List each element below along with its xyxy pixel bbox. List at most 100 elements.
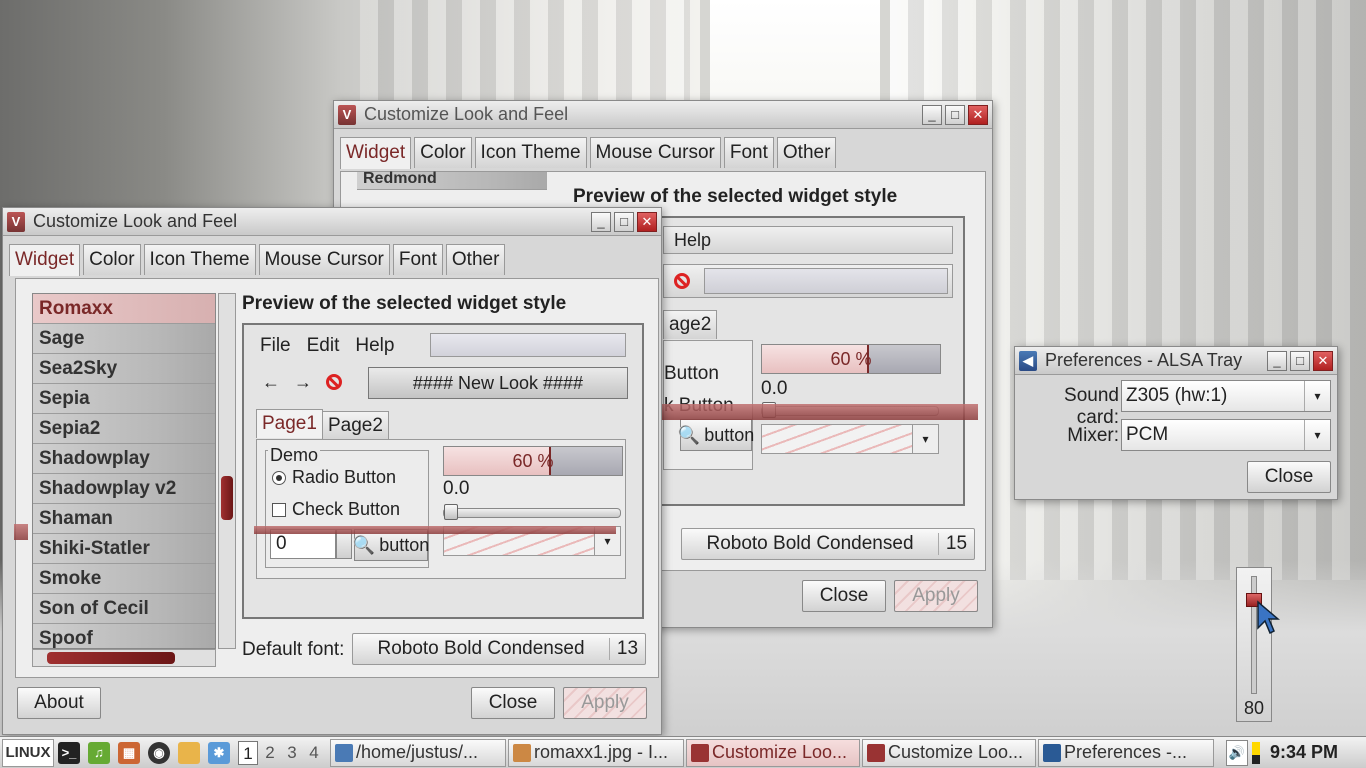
- tab-font[interactable]: Font: [723, 137, 774, 168]
- mixer-select[interactable]: PCM ▾: [1121, 419, 1331, 451]
- demo-label: Demo: [268, 445, 321, 466]
- font-button[interactable]: Roboto Bold Condensed 13: [352, 633, 646, 665]
- list-item[interactable]: Son of Cecil: [33, 594, 215, 624]
- task-alsa-preferences[interactable]: Preferences -...: [1038, 738, 1214, 767]
- terminal-icon[interactable]: >_: [58, 741, 80, 764]
- alsa-close-button[interactable]: Close: [1247, 461, 1331, 493]
- minimize-button[interactable]: _: [922, 104, 942, 125]
- close-window-button[interactable]: ✕: [637, 211, 657, 232]
- vertical-scrollbar[interactable]: [218, 293, 236, 649]
- font-button[interactable]: Roboto Bold Condensed 15: [681, 528, 975, 560]
- desktop-4[interactable]: 4: [304, 741, 324, 765]
- hscroll-thumb[interactable]: [47, 652, 175, 664]
- music-player-icon[interactable]: ♫: [88, 741, 110, 764]
- search-button-label: button: [379, 534, 430, 555]
- chevron-down-icon: ▾: [1304, 381, 1330, 411]
- tab-font[interactable]: Font: [392, 244, 443, 275]
- stop-icon[interactable]: [674, 273, 690, 289]
- task-customize-2[interactable]: Customize Loo...: [862, 738, 1036, 767]
- tab-widget[interactable]: Widget: [9, 244, 81, 276]
- folder-icon[interactable]: [178, 741, 200, 764]
- close-window-button[interactable]: ✕: [968, 104, 988, 125]
- list-item[interactable]: Spoof: [33, 624, 215, 648]
- list-item[interactable]: Sepia: [33, 384, 215, 414]
- close-button[interactable]: Close: [802, 580, 886, 612]
- menu-help[interactable]: Help: [355, 335, 394, 357]
- list-item[interactable]: Sea2Sky: [33, 354, 215, 384]
- maximize-button[interactable]: □: [945, 104, 965, 125]
- stop-icon[interactable]: [326, 374, 342, 390]
- tab-mouse-cursor[interactable]: Mouse Cursor: [589, 137, 721, 168]
- list-item[interactable]: Sepia2: [33, 414, 215, 444]
- theme-stripe: [14, 524, 28, 540]
- preview-label: Preview of the selected widget style: [242, 293, 567, 314]
- combo-box[interactable]: ▾: [761, 424, 939, 454]
- list-item[interactable]: Shadowplay: [33, 444, 215, 474]
- menu-edit[interactable]: Edit: [307, 335, 340, 357]
- forward-arrow-icon[interactable]: →: [294, 372, 312, 393]
- disc-icon[interactable]: ◉: [148, 741, 170, 764]
- tab-icon-theme[interactable]: Icon Theme: [143, 244, 256, 275]
- theme-list[interactable]: Romaxx Sage Sea2Sky Sepia Sepia2 Shadowp…: [32, 293, 216, 649]
- task-label: /home/justus/...: [356, 742, 479, 762]
- maximize-button[interactable]: □: [614, 211, 634, 232]
- volume-tray-icon[interactable]: 🔊: [1226, 739, 1248, 766]
- close-window-button[interactable]: ✕: [1313, 350, 1333, 371]
- minimize-button[interactable]: _: [1267, 350, 1287, 371]
- menu-help[interactable]: Help: [674, 230, 711, 251]
- tab-color[interactable]: Color: [83, 244, 141, 275]
- task-image-viewer[interactable]: romaxx1.jpg - I...: [508, 738, 684, 767]
- menu-file[interactable]: File: [260, 335, 291, 357]
- list-item[interactable]: Shaman: [33, 504, 215, 534]
- apply-button[interactable]: Apply: [894, 580, 978, 612]
- tab-page2[interactable]: Page2: [322, 411, 389, 440]
- back-arrow-icon[interactable]: ←: [262, 372, 280, 393]
- search-button[interactable]: 🔍 button: [677, 419, 754, 451]
- apply-button[interactable]: Apply: [563, 687, 647, 719]
- tab-page1[interactable]: Page1: [256, 409, 323, 438]
- mouse-pointer-icon: [1257, 600, 1280, 635]
- list-item[interactable]: Shiki-Statler: [33, 534, 215, 564]
- check-button[interactable]: Check Button: [272, 499, 400, 520]
- list-item[interactable]: Shadowplay v2: [33, 474, 215, 504]
- horizontal-scrollbar[interactable]: [32, 649, 216, 667]
- scroll-thumb[interactable]: [221, 476, 233, 520]
- tab-bar: Widget Color Icon Theme Mouse Cursor Fon…: [3, 236, 661, 276]
- mixer-label: Mixer:: [1067, 425, 1119, 446]
- titlebar[interactable]: V Customize Look and Feel _ □ ✕: [3, 208, 661, 236]
- sound-card-select[interactable]: Z305 (hw:1) ▾: [1121, 380, 1331, 412]
- list-item[interactable]: Sage: [33, 324, 215, 354]
- desktop-3[interactable]: 3: [282, 741, 302, 765]
- radio-button[interactable]: Radio Button: [272, 467, 396, 488]
- close-button[interactable]: Close: [471, 687, 555, 719]
- radio-label[interactable]: Button: [664, 363, 719, 385]
- tab-other[interactable]: Other: [776, 137, 837, 168]
- titlebar[interactable]: ◀ Preferences - ALSA Tray _ □ ✕: [1015, 347, 1337, 375]
- network-icon[interactable]: ✱: [208, 741, 230, 764]
- list-item[interactable]: Smoke: [33, 564, 215, 594]
- list-item-selected[interactable]: Romaxx: [33, 294, 215, 324]
- titlebar[interactable]: V Customize Look and Feel _ □ ✕: [334, 101, 992, 129]
- app-grid-icon[interactable]: ▦: [118, 741, 140, 764]
- task-file-manager[interactable]: /home/justus/...: [330, 738, 506, 767]
- tab-color[interactable]: Color: [414, 137, 472, 168]
- tab-other[interactable]: Other: [445, 244, 506, 275]
- task-customize-1[interactable]: Customize Loo...: [686, 738, 860, 767]
- desktop-1[interactable]: 1: [238, 740, 258, 765]
- tab-widget[interactable]: Widget: [340, 137, 412, 169]
- slider[interactable]: [443, 504, 621, 520]
- list-item[interactable]: Redmond: [357, 171, 547, 190]
- clock[interactable]: 9:34 PM: [1270, 742, 1338, 763]
- desktop-2[interactable]: 2: [260, 741, 280, 765]
- tab-mouse-cursor[interactable]: Mouse Cursor: [258, 244, 390, 275]
- tab-page2[interactable]: age2: [663, 310, 718, 339]
- search-icon: 🔍: [677, 424, 701, 445]
- about-button[interactable]: About: [17, 687, 101, 719]
- start-menu-button[interactable]: LINUX: [2, 738, 54, 767]
- minimize-button[interactable]: _: [591, 211, 611, 232]
- tab-icon-theme[interactable]: Icon Theme: [474, 137, 587, 168]
- check-label: Check Button: [292, 499, 401, 519]
- page-panel: Demo Radio Button Check Button 0 🔍 button…: [256, 439, 626, 579]
- battery-icon[interactable]: [1252, 741, 1260, 764]
- maximize-button[interactable]: □: [1290, 350, 1310, 371]
